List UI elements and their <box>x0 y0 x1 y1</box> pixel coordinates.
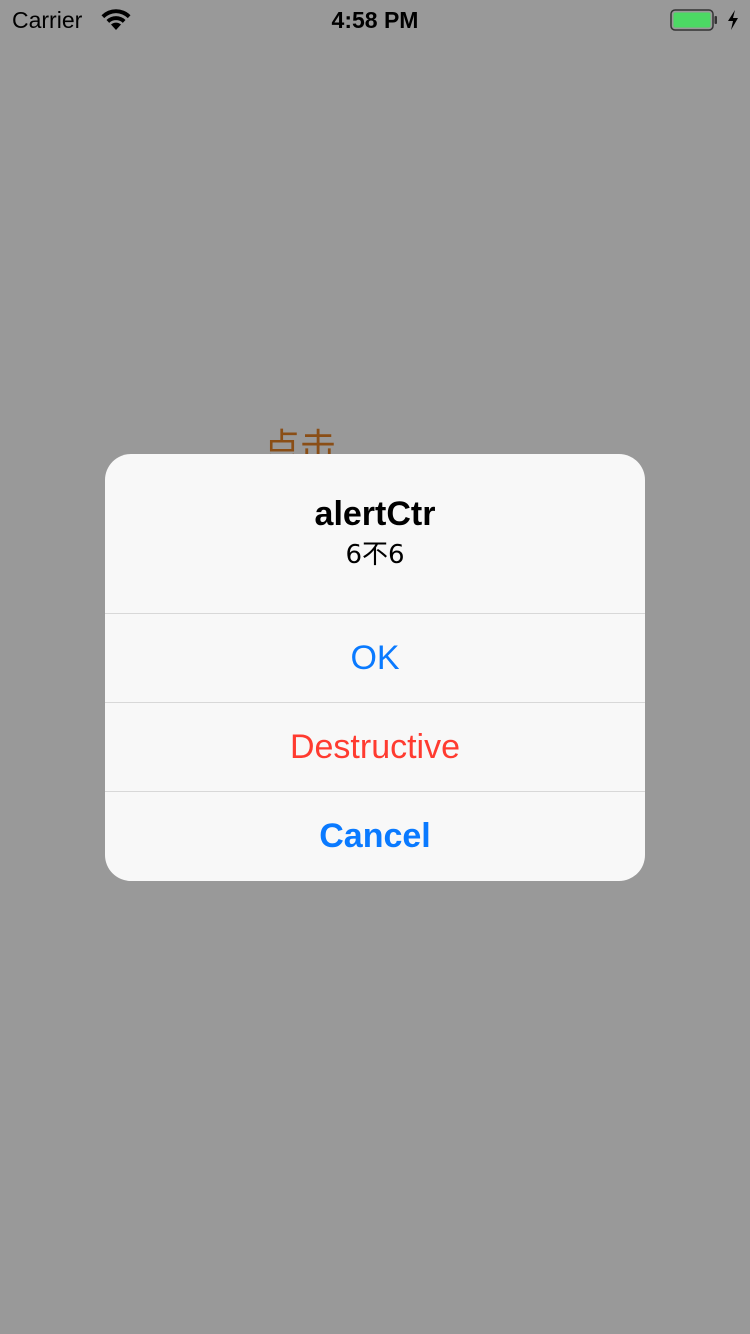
alert-message: 6不6 <box>345 540 405 570</box>
alert-title: alertCtr <box>314 495 436 533</box>
charging-bolt-icon <box>728 10 738 30</box>
battery-icon <box>670 9 717 31</box>
alert-dialog: alertCtr 6不6 OK Destructive Cancel <box>105 454 645 881</box>
status-bar: Carrier 4:58 PM <box>0 0 750 40</box>
cancel-button[interactable]: Cancel <box>105 792 645 880</box>
alert-header: alertCtr 6不6 <box>105 454 645 614</box>
ok-button[interactable]: OK <box>105 614 645 703</box>
destructive-button[interactable]: Destructive <box>105 703 645 792</box>
clock: 4:58 PM <box>331 7 419 33</box>
